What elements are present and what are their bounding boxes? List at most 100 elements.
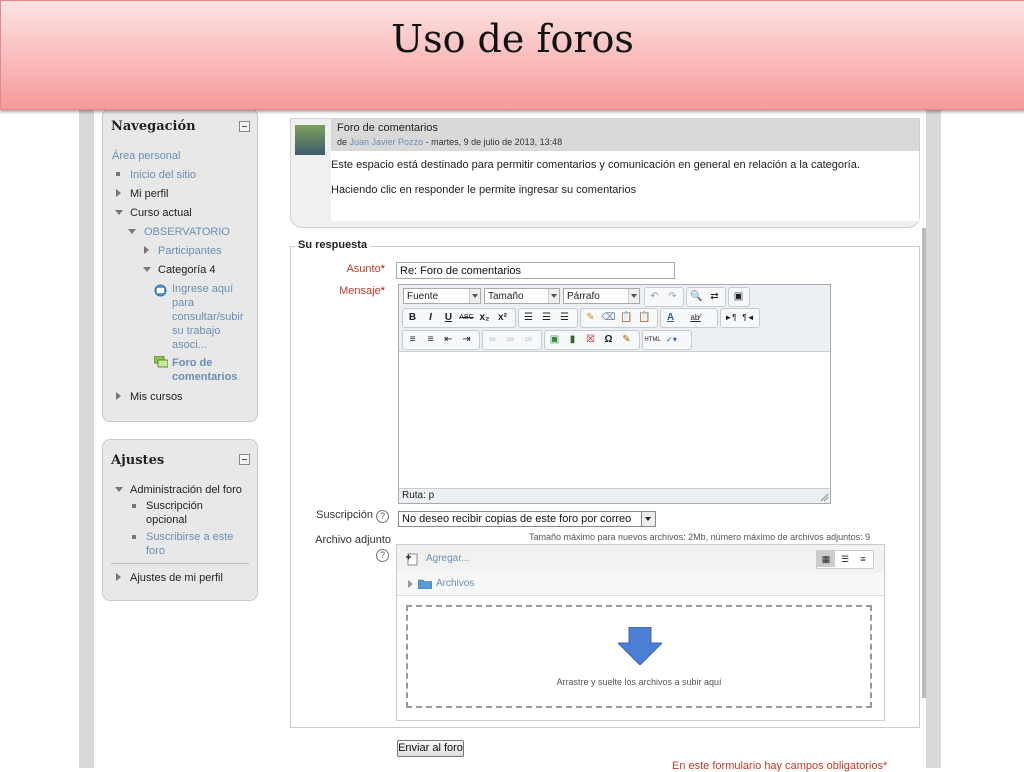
strikethrough-icon[interactable]: ABC xyxy=(458,310,475,326)
subscript-icon[interactable]: x₂ xyxy=(476,310,493,326)
nav-categoria[interactable]: Categoría 4 xyxy=(158,264,215,277)
view-icons-icon[interactable]: ▦ xyxy=(817,551,835,567)
redo-icon[interactable]: ↷ xyxy=(664,289,681,305)
spellcheck-icon[interactable]: ✓▾ xyxy=(663,332,680,348)
expand-icon[interactable] xyxy=(116,573,121,581)
replace-icon[interactable]: ⇄ xyxy=(706,289,723,305)
expand-icon[interactable] xyxy=(116,189,121,197)
nav-ingrese-line-4[interactable]: asoci... xyxy=(172,339,207,352)
brush-icon[interactable]: ✎ xyxy=(582,310,599,326)
undo-icon[interactable]: ↶ xyxy=(646,289,663,305)
special-char-icon[interactable]: Ω xyxy=(600,332,617,348)
collapse-arrow-icon[interactable] xyxy=(143,267,151,272)
nav-ingrese-line-2[interactable]: consultar/subir xyxy=(172,311,244,324)
expand-icon[interactable] xyxy=(408,580,413,588)
submit-button[interactable]: Enviar al foro xyxy=(397,740,464,757)
nav-foro-line-0[interactable]: Foro de xyxy=(172,357,212,370)
reply-fieldset: Su respuesta Asunto* Re: Foro de comenta… xyxy=(290,239,920,728)
nav-observatorio[interactable]: OBSERVATORIO xyxy=(144,226,230,239)
font-select[interactable]: Fuente xyxy=(403,288,481,304)
collapse-icon[interactable] xyxy=(239,454,250,465)
nav-area-personal[interactable]: Área personal xyxy=(112,150,181,163)
eraser-icon[interactable]: ⌫ xyxy=(600,310,617,326)
scrollbar[interactable] xyxy=(922,228,926,698)
size-select[interactable]: Tamaño xyxy=(484,288,560,304)
nav-ingrese-line-1[interactable]: para xyxy=(172,297,194,310)
nav-foro-line-1[interactable]: comentarios xyxy=(172,371,237,384)
bullet-list-icon[interactable]: ≡ xyxy=(404,332,421,348)
nav-ingrese-line-0[interactable]: Ingrese aquí xyxy=(172,283,233,296)
collapse-arrow-icon[interactable] xyxy=(115,210,123,215)
collapse-arrow-icon[interactable] xyxy=(115,487,123,492)
paste-word-icon[interactable]: 📋 xyxy=(636,310,653,326)
numbered-list-icon[interactable]: ≡ xyxy=(422,332,439,348)
anchor-icon[interactable]: ∞ xyxy=(520,332,537,348)
help-icon[interactable]: ? xyxy=(376,510,389,523)
ltr-icon[interactable]: ►¶ xyxy=(722,310,739,326)
table-icon[interactable]: ✎ xyxy=(618,332,635,348)
equation-icon[interactable]: ☒ xyxy=(582,332,599,348)
settings-admin-foro[interactable]: Administración del foro xyxy=(130,484,242,497)
paste-text-icon[interactable]: 📋 xyxy=(618,310,635,326)
outdent-icon[interactable]: ⇤ xyxy=(440,332,457,348)
archivos-folder[interactable]: Archivos xyxy=(436,578,474,589)
suscripcion-select[interactable]: No deseo recibir copias de este foro por… xyxy=(398,511,656,527)
nav-curso-actual[interactable]: Curso actual xyxy=(130,207,192,220)
nav-mis-cursos[interactable]: Mis cursos xyxy=(130,391,183,404)
html-source-icon[interactable]: HTML xyxy=(644,332,661,348)
unlink-icon[interactable]: ∞ xyxy=(502,332,519,348)
italic-icon[interactable]: I xyxy=(422,310,439,326)
search-icon[interactable]: 🔍 xyxy=(688,289,705,305)
align-center-icon[interactable]: ☰ xyxy=(538,310,555,326)
navigation-block: Navegación Área personal Inicio del siti… xyxy=(102,108,258,422)
suscripcion-value: No deseo recibir copias de este foro por… xyxy=(402,513,632,525)
nav-mi-perfil[interactable]: Mi perfil xyxy=(130,188,169,201)
drop-zone[interactable]: Arrastre y suelte los archivos a subir a… xyxy=(406,605,872,708)
avatar xyxy=(295,125,325,155)
view-list-icon[interactable]: ☰ xyxy=(836,551,854,567)
fullscreen-icon[interactable]: ▣ xyxy=(730,289,747,305)
help-icon[interactable]: ? xyxy=(376,549,389,562)
editor-status-bar: Ruta: p xyxy=(399,488,830,503)
add-file-icon[interactable] xyxy=(405,552,419,566)
asunto-input[interactable]: Re: Foro de comentarios xyxy=(396,262,675,279)
post-author[interactable]: Juan Javier Pozzo xyxy=(350,137,424,147)
settings-suscripcion-line-0[interactable]: Suscripción xyxy=(146,500,203,513)
settings-suscribirse-line-0[interactable]: Suscribirse a este xyxy=(146,531,233,544)
add-file-link[interactable]: Agregar... xyxy=(426,553,469,564)
bullet-icon xyxy=(116,172,120,176)
settings-title: Ajustes xyxy=(111,453,165,468)
chevron-down-icon xyxy=(548,289,559,303)
align-right-icon[interactable]: ☰ xyxy=(556,310,573,326)
collapse-arrow-icon[interactable] xyxy=(128,229,136,234)
collapse-icon[interactable] xyxy=(239,121,250,132)
paragraph-select[interactable]: Párrafo xyxy=(563,288,640,304)
expand-icon[interactable] xyxy=(116,392,121,400)
settings-suscribirse-line-1[interactable]: foro xyxy=(146,545,165,558)
required-note-text: En este formulario hay campos obligatori… xyxy=(672,760,883,772)
highlight-icon[interactable]: ab⁄ xyxy=(687,310,704,326)
rtl-icon[interactable]: ¶◄ xyxy=(740,310,757,326)
message-editor[interactable]: Fuente Tamaño Párrafo ↶ ↷ 🔍 ⇄ ▣ B I U AB… xyxy=(398,284,831,504)
indent-icon[interactable]: ⇥ xyxy=(458,332,475,348)
clean-group: ✎ ⌫ 📋 📋 xyxy=(580,308,658,328)
settings-ajustes-perfil[interactable]: Ajustes de mi perfil xyxy=(130,572,223,585)
nav-inicio[interactable]: Inicio del sitio xyxy=(130,169,196,182)
resize-handle-icon[interactable] xyxy=(819,492,829,502)
nav-participantes[interactable]: Participantes xyxy=(158,245,222,258)
settings-suscripcion-line-1[interactable]: opcional xyxy=(146,514,187,527)
align-left-icon[interactable]: ☰ xyxy=(520,310,537,326)
media-icon[interactable]: ▮ xyxy=(564,332,581,348)
link-icon[interactable]: ∞ xyxy=(484,332,501,348)
superscript-icon[interactable]: x² xyxy=(494,310,511,326)
underline-icon[interactable]: U xyxy=(440,310,457,326)
navigation-title: Navegación xyxy=(111,119,196,134)
expand-icon[interactable] xyxy=(144,246,149,254)
editor-content-area[interactable] xyxy=(399,352,830,488)
text-color-icon[interactable]: A xyxy=(662,310,679,326)
adjunto-label: Archivo adjunto xyxy=(315,534,391,546)
view-tree-icon[interactable]: ≡ xyxy=(854,551,872,567)
nav-ingrese-line-3[interactable]: su trabajo xyxy=(172,325,220,338)
image-icon[interactable]: ▣ xyxy=(546,332,563,348)
bold-icon[interactable]: B xyxy=(404,310,421,326)
